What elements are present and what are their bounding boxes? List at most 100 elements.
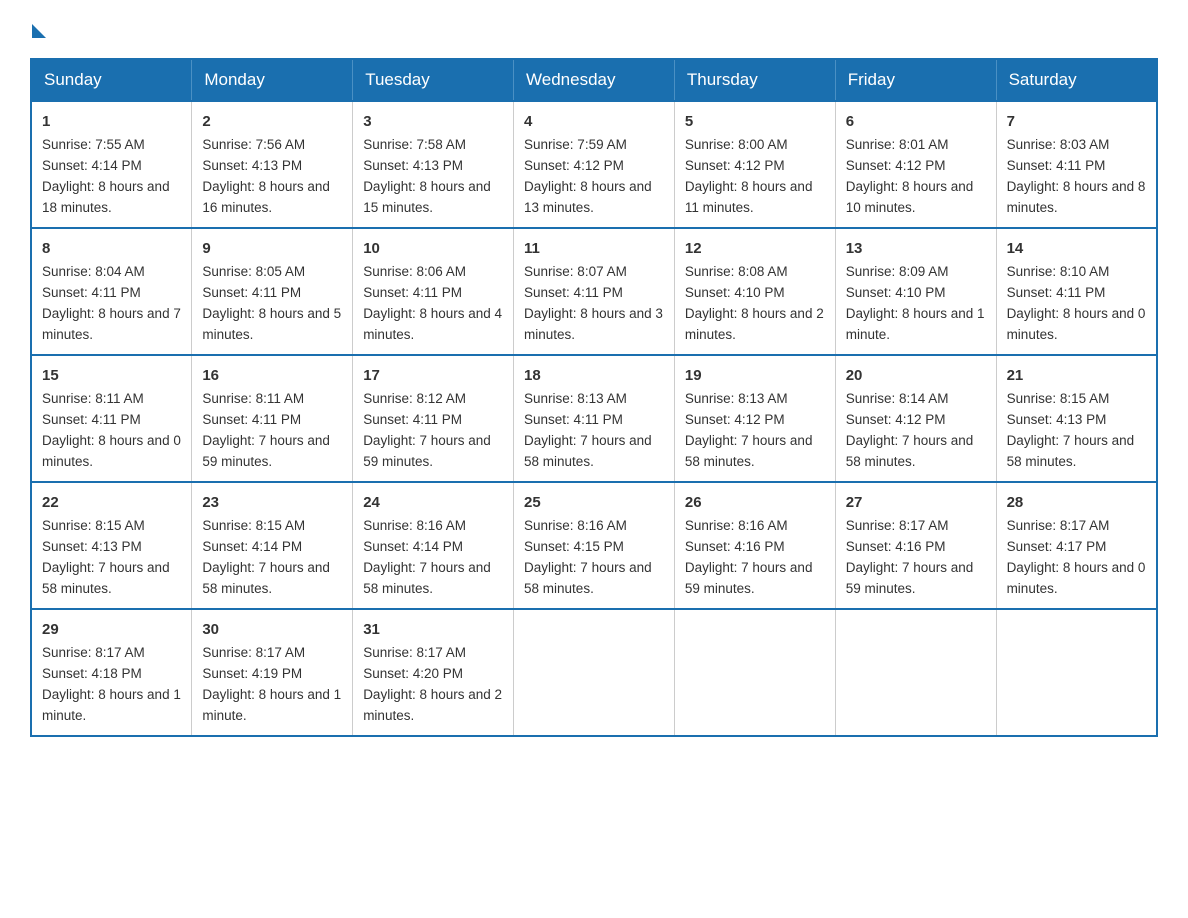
day-number: 14 — [1007, 237, 1146, 260]
calendar-cell: 16 Sunrise: 8:11 AMSunset: 4:11 PMDaylig… — [192, 355, 353, 482]
day-info: Sunrise: 8:15 AMSunset: 4:13 PMDaylight:… — [42, 518, 170, 596]
day-number: 31 — [363, 618, 503, 641]
day-info: Sunrise: 8:09 AMSunset: 4:10 PMDaylight:… — [846, 264, 985, 342]
calendar-cell: 30 Sunrise: 8:17 AMSunset: 4:19 PMDaylig… — [192, 609, 353, 736]
day-number: 30 — [202, 618, 342, 641]
calendar-cell: 24 Sunrise: 8:16 AMSunset: 4:14 PMDaylig… — [353, 482, 514, 609]
day-number: 23 — [202, 491, 342, 514]
calendar-cell: 2 Sunrise: 7:56 AMSunset: 4:13 PMDayligh… — [192, 101, 353, 228]
calendar-cell: 23 Sunrise: 8:15 AMSunset: 4:14 PMDaylig… — [192, 482, 353, 609]
weekday-header-thursday: Thursday — [674, 59, 835, 101]
calendar-cell: 21 Sunrise: 8:15 AMSunset: 4:13 PMDaylig… — [996, 355, 1157, 482]
day-number: 7 — [1007, 110, 1146, 133]
day-info: Sunrise: 8:15 AMSunset: 4:14 PMDaylight:… — [202, 518, 330, 596]
day-number: 24 — [363, 491, 503, 514]
calendar-table: SundayMondayTuesdayWednesdayThursdayFrid… — [30, 58, 1158, 737]
day-number: 17 — [363, 364, 503, 387]
day-info: Sunrise: 8:17 AMSunset: 4:16 PMDaylight:… — [846, 518, 974, 596]
day-info: Sunrise: 7:58 AMSunset: 4:13 PMDaylight:… — [363, 137, 491, 215]
day-info: Sunrise: 8:14 AMSunset: 4:12 PMDaylight:… — [846, 391, 974, 469]
calendar-cell: 18 Sunrise: 8:13 AMSunset: 4:11 PMDaylig… — [514, 355, 675, 482]
day-number: 29 — [42, 618, 181, 641]
calendar-week-row: 15 Sunrise: 8:11 AMSunset: 4:11 PMDaylig… — [31, 355, 1157, 482]
day-number: 22 — [42, 491, 181, 514]
day-number: 1 — [42, 110, 181, 133]
day-number: 16 — [202, 364, 342, 387]
day-info: Sunrise: 7:55 AMSunset: 4:14 PMDaylight:… — [42, 137, 170, 215]
day-number: 21 — [1007, 364, 1146, 387]
day-number: 9 — [202, 237, 342, 260]
day-number: 20 — [846, 364, 986, 387]
day-number: 2 — [202, 110, 342, 133]
calendar-cell: 12 Sunrise: 8:08 AMSunset: 4:10 PMDaylig… — [674, 228, 835, 355]
calendar-cell: 28 Sunrise: 8:17 AMSunset: 4:17 PMDaylig… — [996, 482, 1157, 609]
day-number: 12 — [685, 237, 825, 260]
calendar-week-row: 22 Sunrise: 8:15 AMSunset: 4:13 PMDaylig… — [31, 482, 1157, 609]
day-number: 5 — [685, 110, 825, 133]
day-info: Sunrise: 8:01 AMSunset: 4:12 PMDaylight:… — [846, 137, 974, 215]
day-number: 13 — [846, 237, 986, 260]
day-info: Sunrise: 7:56 AMSunset: 4:13 PMDaylight:… — [202, 137, 330, 215]
day-info: Sunrise: 8:13 AMSunset: 4:11 PMDaylight:… — [524, 391, 652, 469]
day-info: Sunrise: 8:16 AMSunset: 4:14 PMDaylight:… — [363, 518, 491, 596]
calendar-cell: 3 Sunrise: 7:58 AMSunset: 4:13 PMDayligh… — [353, 101, 514, 228]
day-info: Sunrise: 8:11 AMSunset: 4:11 PMDaylight:… — [202, 391, 330, 469]
calendar-cell — [514, 609, 675, 736]
day-info: Sunrise: 8:03 AMSunset: 4:11 PMDaylight:… — [1007, 137, 1146, 215]
day-info: Sunrise: 8:04 AMSunset: 4:11 PMDaylight:… — [42, 264, 181, 342]
day-info: Sunrise: 8:06 AMSunset: 4:11 PMDaylight:… — [363, 264, 502, 342]
day-info: Sunrise: 8:00 AMSunset: 4:12 PMDaylight:… — [685, 137, 813, 215]
calendar-cell — [996, 609, 1157, 736]
day-number: 27 — [846, 491, 986, 514]
calendar-cell: 14 Sunrise: 8:10 AMSunset: 4:11 PMDaylig… — [996, 228, 1157, 355]
calendar-week-row: 8 Sunrise: 8:04 AMSunset: 4:11 PMDayligh… — [31, 228, 1157, 355]
calendar-cell: 11 Sunrise: 8:07 AMSunset: 4:11 PMDaylig… — [514, 228, 675, 355]
day-info: Sunrise: 8:17 AMSunset: 4:18 PMDaylight:… — [42, 645, 181, 723]
calendar-cell — [674, 609, 835, 736]
day-info: Sunrise: 8:11 AMSunset: 4:11 PMDaylight:… — [42, 391, 181, 469]
day-number: 19 — [685, 364, 825, 387]
calendar-week-row: 29 Sunrise: 8:17 AMSunset: 4:18 PMDaylig… — [31, 609, 1157, 736]
day-info: Sunrise: 8:05 AMSunset: 4:11 PMDaylight:… — [202, 264, 341, 342]
day-number: 10 — [363, 237, 503, 260]
calendar-cell: 22 Sunrise: 8:15 AMSunset: 4:13 PMDaylig… — [31, 482, 192, 609]
day-info: Sunrise: 8:16 AMSunset: 4:15 PMDaylight:… — [524, 518, 652, 596]
calendar-cell: 9 Sunrise: 8:05 AMSunset: 4:11 PMDayligh… — [192, 228, 353, 355]
calendar-cell: 6 Sunrise: 8:01 AMSunset: 4:12 PMDayligh… — [835, 101, 996, 228]
calendar-cell: 10 Sunrise: 8:06 AMSunset: 4:11 PMDaylig… — [353, 228, 514, 355]
logo-arrow-icon — [32, 24, 46, 38]
day-info: Sunrise: 8:17 AMSunset: 4:19 PMDaylight:… — [202, 645, 341, 723]
calendar-cell: 1 Sunrise: 7:55 AMSunset: 4:14 PMDayligh… — [31, 101, 192, 228]
day-info: Sunrise: 7:59 AMSunset: 4:12 PMDaylight:… — [524, 137, 652, 215]
day-info: Sunrise: 8:10 AMSunset: 4:11 PMDaylight:… — [1007, 264, 1146, 342]
calendar-week-row: 1 Sunrise: 7:55 AMSunset: 4:14 PMDayligh… — [31, 101, 1157, 228]
day-info: Sunrise: 8:08 AMSunset: 4:10 PMDaylight:… — [685, 264, 824, 342]
day-info: Sunrise: 8:17 AMSunset: 4:17 PMDaylight:… — [1007, 518, 1146, 596]
calendar-cell: 4 Sunrise: 7:59 AMSunset: 4:12 PMDayligh… — [514, 101, 675, 228]
calendar-cell: 17 Sunrise: 8:12 AMSunset: 4:11 PMDaylig… — [353, 355, 514, 482]
day-number: 8 — [42, 237, 181, 260]
calendar-cell: 25 Sunrise: 8:16 AMSunset: 4:15 PMDaylig… — [514, 482, 675, 609]
day-number: 26 — [685, 491, 825, 514]
day-number: 3 — [363, 110, 503, 133]
day-info: Sunrise: 8:07 AMSunset: 4:11 PMDaylight:… — [524, 264, 663, 342]
calendar-cell: 15 Sunrise: 8:11 AMSunset: 4:11 PMDaylig… — [31, 355, 192, 482]
weekday-header-sunday: Sunday — [31, 59, 192, 101]
day-info: Sunrise: 8:15 AMSunset: 4:13 PMDaylight:… — [1007, 391, 1135, 469]
day-info: Sunrise: 8:16 AMSunset: 4:16 PMDaylight:… — [685, 518, 813, 596]
weekday-header-tuesday: Tuesday — [353, 59, 514, 101]
day-info: Sunrise: 8:12 AMSunset: 4:11 PMDaylight:… — [363, 391, 491, 469]
calendar-cell: 20 Sunrise: 8:14 AMSunset: 4:12 PMDaylig… — [835, 355, 996, 482]
weekday-header-saturday: Saturday — [996, 59, 1157, 101]
day-number: 28 — [1007, 491, 1146, 514]
day-number: 11 — [524, 237, 664, 260]
day-number: 25 — [524, 491, 664, 514]
day-number: 15 — [42, 364, 181, 387]
day-number: 4 — [524, 110, 664, 133]
calendar-cell: 7 Sunrise: 8:03 AMSunset: 4:11 PMDayligh… — [996, 101, 1157, 228]
calendar-cell — [835, 609, 996, 736]
day-number: 18 — [524, 364, 664, 387]
calendar-cell: 5 Sunrise: 8:00 AMSunset: 4:12 PMDayligh… — [674, 101, 835, 228]
calendar-cell: 26 Sunrise: 8:16 AMSunset: 4:16 PMDaylig… — [674, 482, 835, 609]
day-number: 6 — [846, 110, 986, 133]
